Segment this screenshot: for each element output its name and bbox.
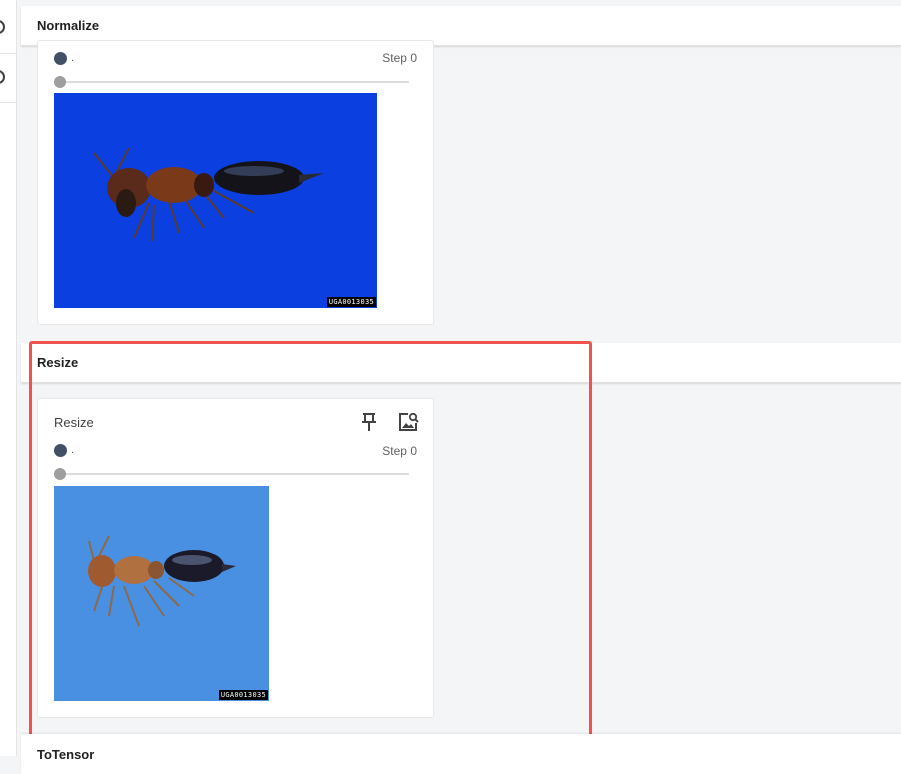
image-card-normalize: . Step 0 UGA0013035	[37, 40, 434, 325]
step-label: Step 0	[382, 444, 417, 458]
run-toggle-icon[interactable]	[0, 20, 5, 34]
section-title: ToTensor	[37, 747, 95, 762]
run-toggle-icon[interactable]	[0, 70, 5, 84]
sample-image[interactable]: UGA0013035	[54, 486, 269, 701]
image-stamp: UGA0013035	[218, 690, 268, 700]
left-rail	[0, 0, 17, 756]
image-search-icon	[399, 412, 419, 431]
step-slider-thumb[interactable]	[54, 76, 66, 88]
step-slider-thumb[interactable]	[54, 468, 66, 480]
card-title: Resize	[54, 415, 94, 430]
run-color-dot	[54, 52, 67, 65]
rail-divider	[0, 53, 16, 54]
image-card-resize: Resize . Step 0 UGA0013035	[37, 398, 434, 718]
run-label: .	[71, 444, 75, 456]
run-color-dot	[54, 444, 67, 457]
step-slider-track[interactable]	[54, 81, 409, 83]
section-header-resize[interactable]: Resize	[21, 343, 901, 383]
section-title: Resize	[37, 355, 79, 370]
ant-image	[54, 486, 269, 701]
sample-image[interactable]: UGA0013035	[54, 93, 377, 308]
view-image-button[interactable]	[397, 411, 419, 433]
step-label: Step 0	[382, 51, 417, 65]
pin-icon	[362, 413, 376, 431]
step-slider-track[interactable]	[54, 473, 409, 475]
rail-divider	[0, 102, 16, 103]
image-stamp: UGA0013035	[326, 297, 376, 307]
section-title: Normalize	[37, 18, 100, 33]
pin-button[interactable]	[358, 411, 380, 433]
run-label: .	[71, 52, 75, 64]
section-header-totensor[interactable]: ToTensor	[21, 734, 901, 774]
ant-image	[54, 93, 377, 308]
